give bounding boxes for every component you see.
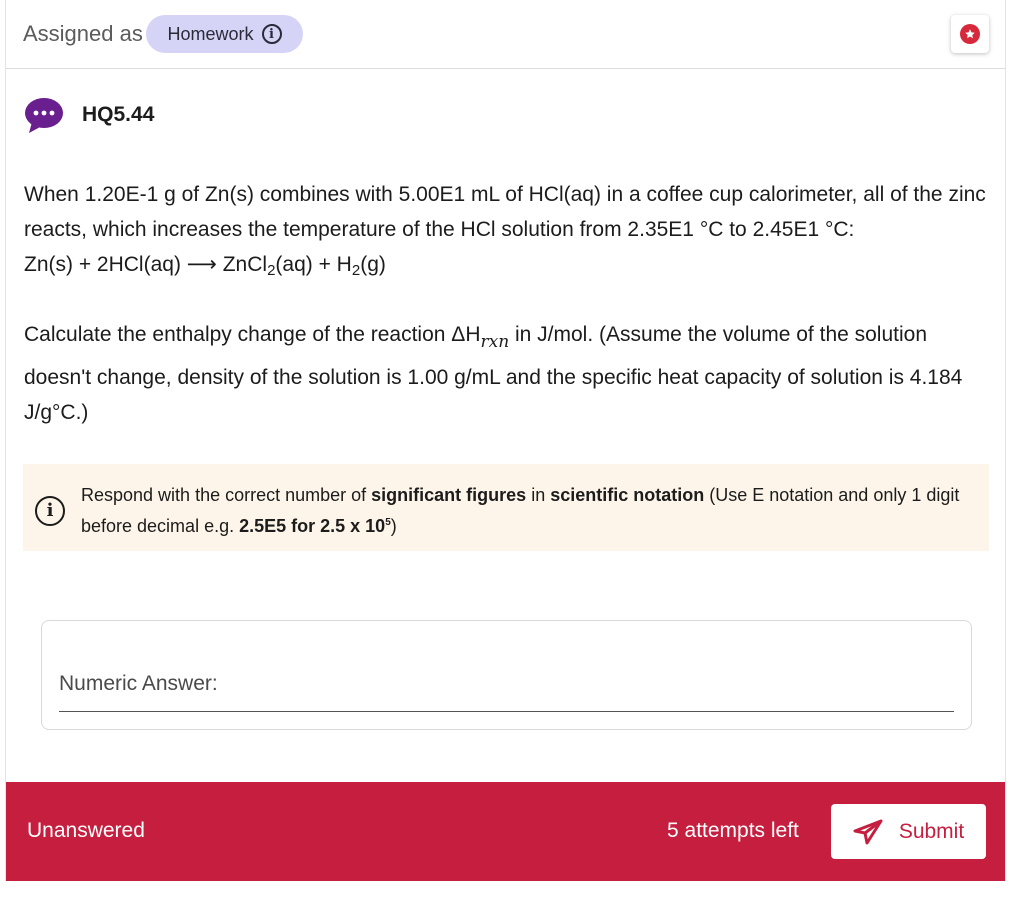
info-circle-icon[interactable]: i — [261, 24, 282, 44]
answer-box — [41, 620, 972, 730]
answer-status: Unanswered — [27, 819, 145, 842]
star-icon — [960, 24, 980, 44]
attempts-left: 5 attempts left — [667, 819, 799, 842]
hint-text: Respond with the correct number of signi… — [81, 485, 960, 536]
numeric-answer-input[interactable] — [59, 657, 954, 712]
bookmark-button[interactable] — [951, 15, 989, 53]
question-paragraph-1: When 1.20E-1 g of Zn(s) combines with 5.… — [24, 177, 994, 288]
chat-bubble-icon — [25, 98, 63, 133]
question-text: When 1.20E-1 g of Zn(s) combines with 5.… — [24, 183, 986, 241]
assignment-type-label: Homework — [167, 23, 254, 44]
question-id-row: HQ5.44 — [24, 96, 154, 134]
info-circle-icon: i — [35, 496, 65, 526]
assignment-type-badge[interactable]: Homework i — [146, 15, 303, 53]
question-card: Assigned as Homework i HQ5.44 When 1.20E… — [5, 0, 1006, 881]
submission-footer: Unanswered 5 attempts left Submit — [6, 782, 1005, 881]
submit-label: Submit — [898, 819, 965, 843]
hint-box: i Respond with the correct number of sig… — [23, 464, 989, 551]
rxn-subscript: rxn — [480, 332, 510, 352]
question-header: Assigned as Homework i — [6, 0, 1005, 69]
equation: Zn(s) + 2HCl(aq) ⟶ ZnCl2(aq) + H2(g) — [24, 253, 386, 279]
question-paragraph-2: Calculate the enthalpy change of the rea… — [24, 323, 963, 424]
assigned-label: Assigned as — [23, 21, 143, 46]
submit-button[interactable]: Submit — [831, 804, 986, 859]
send-icon — [853, 819, 883, 844]
question-id: HQ5.44 — [82, 103, 155, 126]
